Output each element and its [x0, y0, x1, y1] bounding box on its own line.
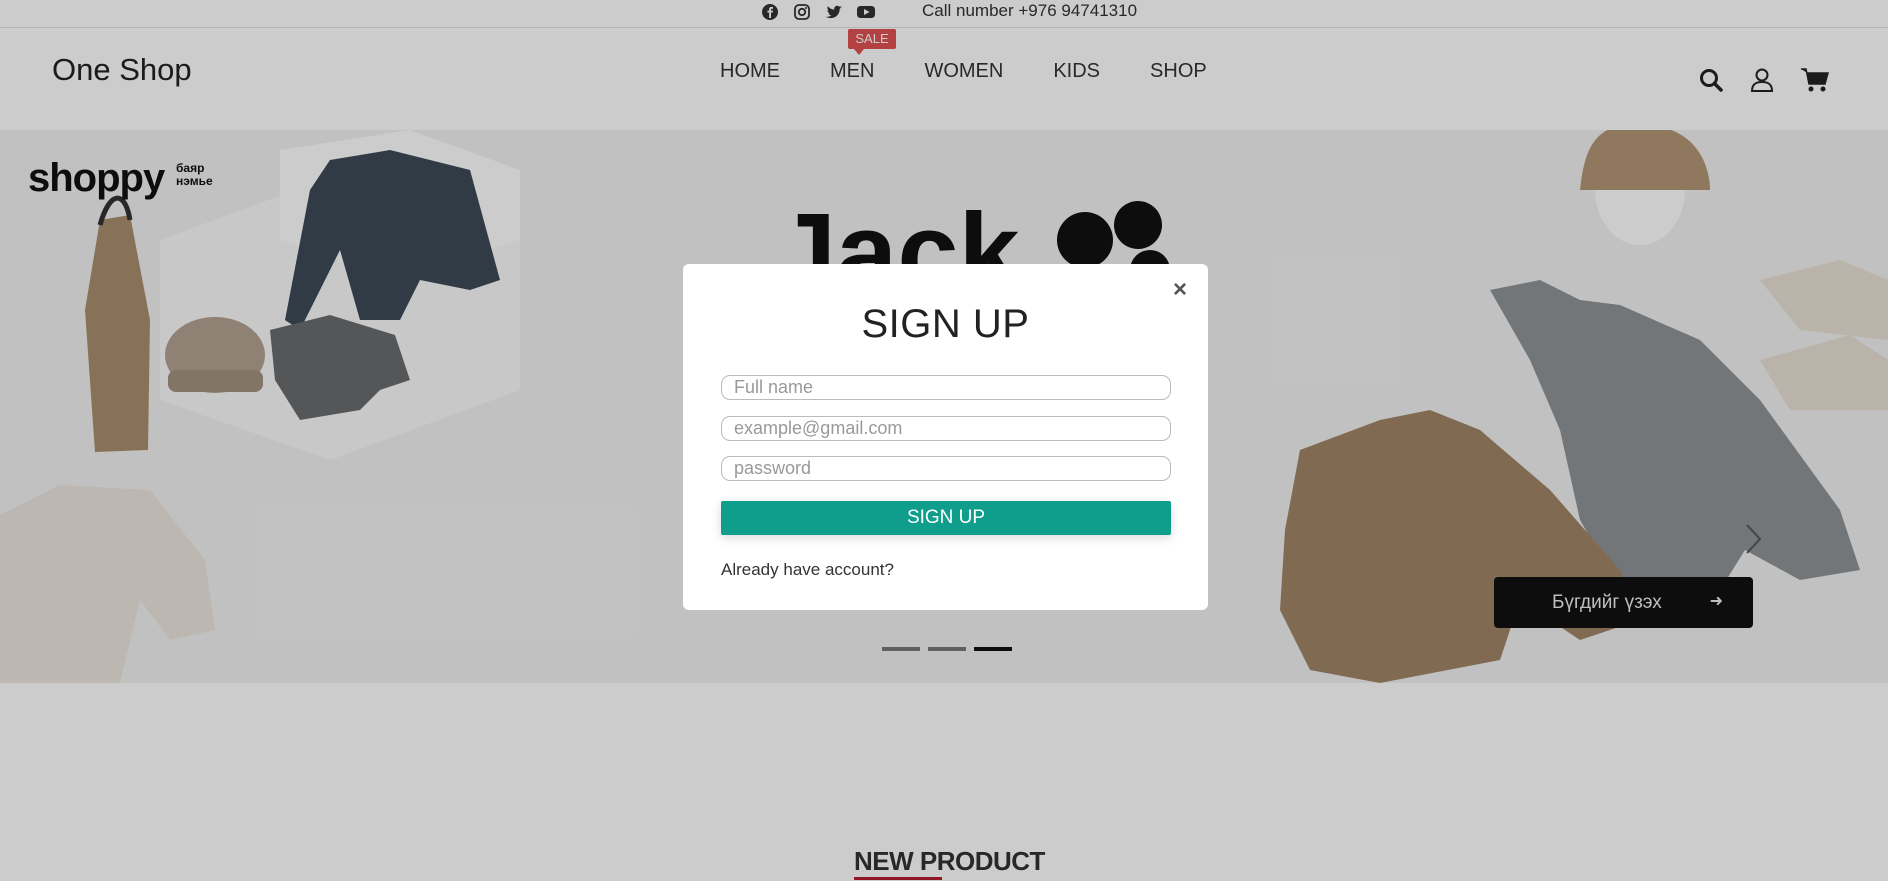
signup-modal: × SIGN UP SIGN UP Already have account? [683, 264, 1208, 610]
password-input[interactable] [721, 456, 1171, 481]
modal-title: SIGN UP [861, 302, 1030, 346]
fullname-input[interactable] [721, 375, 1171, 400]
login-link[interactable]: Already have account? [721, 560, 894, 580]
close-icon[interactable]: × [1168, 278, 1192, 302]
email-input[interactable] [721, 416, 1171, 441]
signup-button[interactable]: SIGN UP [721, 501, 1171, 535]
